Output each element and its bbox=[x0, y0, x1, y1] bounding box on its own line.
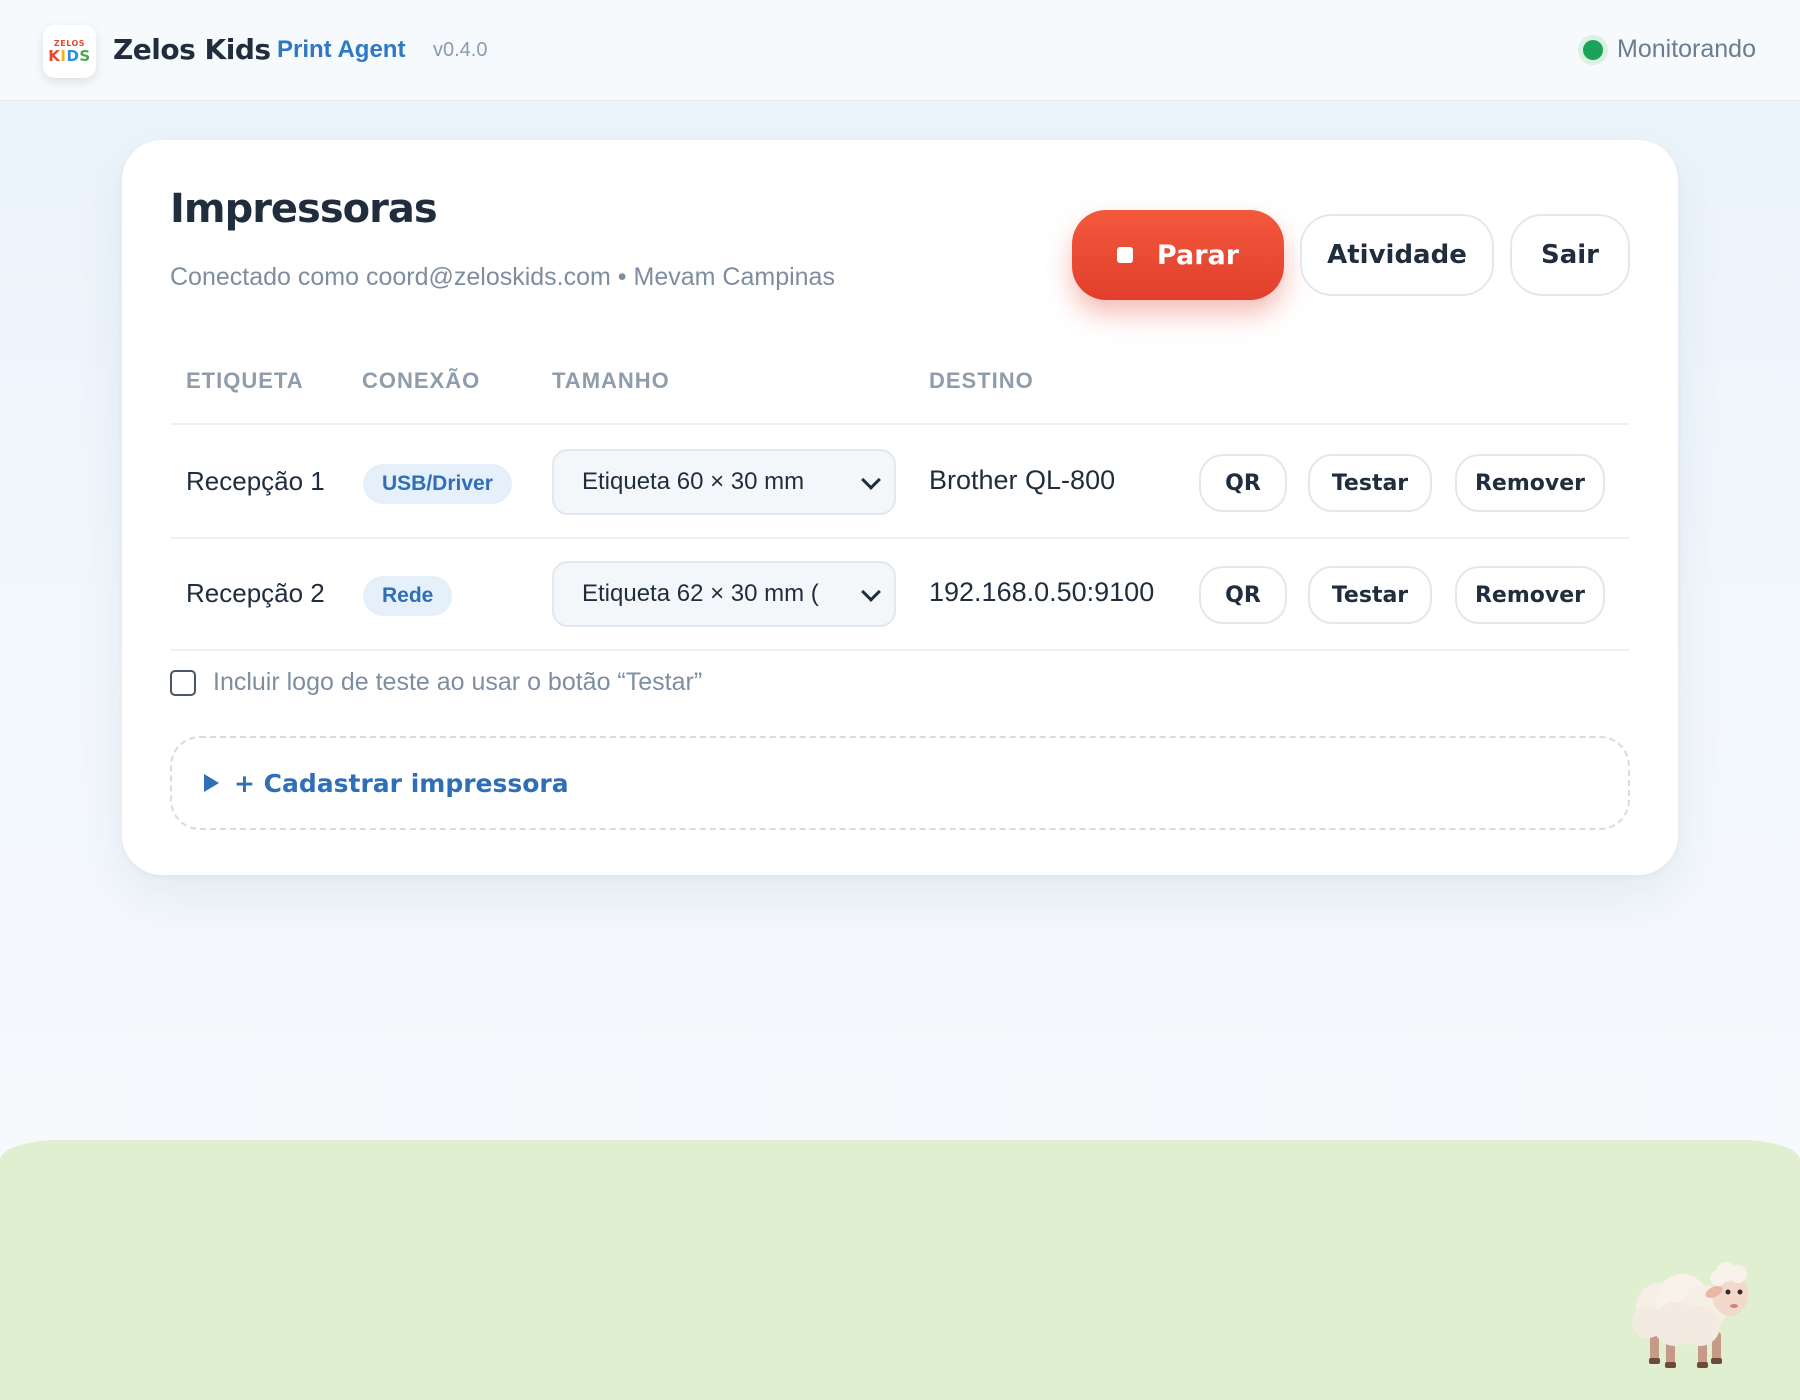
version-label: v0.4.0 bbox=[433, 39, 488, 61]
test-button[interactable]: Testar bbox=[1308, 454, 1432, 512]
zelos-kids-logo: ZELOS KIDS bbox=[43, 25, 96, 78]
product-name: Print Agent bbox=[277, 36, 406, 63]
monitor-status: Monitorando bbox=[1583, 35, 1756, 64]
ground-decoration bbox=[0, 1140, 1800, 1400]
qr-button[interactable]: QR bbox=[1199, 454, 1287, 512]
connection-badge: Rede bbox=[363, 576, 453, 616]
status-dot-icon bbox=[1583, 39, 1604, 60]
test-button[interactable]: Testar bbox=[1308, 566, 1432, 624]
add-printer-toggle[interactable]: + Cadastrar impressora bbox=[170, 736, 1630, 830]
triangle-right-icon bbox=[204, 774, 219, 792]
logo-kids-text: KIDS bbox=[48, 48, 90, 64]
stop-button-label: Parar bbox=[1156, 239, 1240, 271]
label-size-select[interactable]: Etiqueta 62 × 30 mm ( bbox=[552, 561, 896, 627]
printers-card: Impressoras Conectado como coord@zeloski… bbox=[122, 140, 1678, 875]
remove-button[interactable]: Remover bbox=[1455, 566, 1605, 624]
table-header: ETIQUETA CONEXÃO TAMANHO DESTINO bbox=[170, 368, 1630, 425]
label-size-value: Etiqueta 60 × 30 mm bbox=[582, 468, 805, 495]
label-size-select[interactable]: Etiqueta 60 × 30 mm bbox=[552, 449, 896, 515]
logo-letter: S bbox=[79, 47, 91, 65]
add-printer-label: + Cadastrar impressora bbox=[234, 768, 569, 798]
stop-button[interactable]: Parar bbox=[1072, 210, 1284, 300]
chevron-down-icon bbox=[861, 470, 881, 490]
connection-info: Conectado como coord@zeloskids.com • Mev… bbox=[170, 263, 835, 291]
printer-destination: Brother QL-800 bbox=[929, 465, 1116, 495]
status-text: Monitorando bbox=[1617, 35, 1756, 63]
stop-square-icon bbox=[1116, 247, 1133, 263]
printer-label: Recepção 2 bbox=[186, 578, 325, 608]
brand-name: Zelos Kids bbox=[113, 33, 271, 66]
logo-letter: K bbox=[48, 47, 61, 65]
printer-destination: 192.168.0.50:9100 bbox=[929, 577, 1155, 607]
logo-letter: D bbox=[66, 47, 80, 65]
include-logo-option: Incluir logo de teste ao usar o botão “T… bbox=[170, 668, 702, 697]
include-logo-checkbox[interactable] bbox=[170, 669, 196, 696]
exit-button[interactable]: Sair bbox=[1510, 214, 1630, 296]
qr-button[interactable]: QR bbox=[1199, 566, 1287, 624]
printer-label: Recepção 1 bbox=[186, 466, 325, 496]
page-title: Impressoras bbox=[170, 186, 438, 232]
column-destination: DESTINO bbox=[929, 368, 1034, 393]
include-logo-label: Incluir logo de teste ao usar o botão “T… bbox=[213, 668, 703, 696]
connection-badge: USB/Driver bbox=[363, 464, 512, 504]
activity-button[interactable]: Atividade bbox=[1300, 214, 1494, 296]
label-size-value: Etiqueta 62 × 30 mm ( bbox=[582, 580, 819, 607]
column-size: TAMANHO bbox=[552, 368, 670, 393]
table-row: Recepção 2 Rede Etiqueta 62 × 30 mm ( 19… bbox=[170, 539, 1630, 651]
remove-button[interactable]: Remover bbox=[1455, 454, 1605, 512]
sheep-illustration bbox=[1632, 1262, 1748, 1368]
table-row: Recepção 1 USB/Driver Etiqueta 60 × 30 m… bbox=[170, 427, 1630, 539]
column-label: ETIQUETA bbox=[186, 368, 304, 393]
top-bar: ZELOS KIDS Zelos Kids Print Agent v0.4.0… bbox=[0, 0, 1800, 101]
column-connection: CONEXÃO bbox=[362, 368, 481, 393]
chevron-down-icon bbox=[861, 582, 881, 602]
